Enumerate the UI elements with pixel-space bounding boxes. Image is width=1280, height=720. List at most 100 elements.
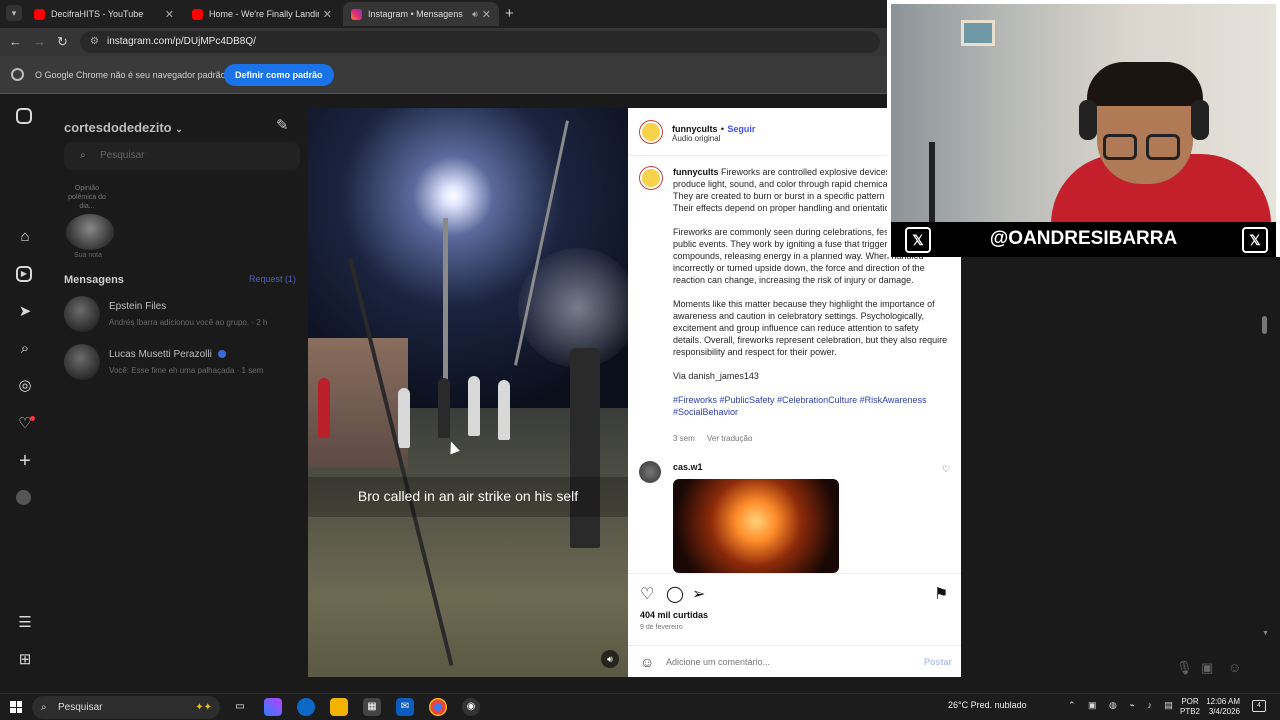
video-person xyxy=(438,378,450,438)
address-bar[interactable]: ⚙︎ instagram.com/p/DUjMPc4DB8Q/ xyxy=(80,31,880,53)
note-avatar[interactable] xyxy=(66,214,114,250)
notification-center-icon[interactable]: 4 xyxy=(1252,700,1266,712)
note-bubble[interactable]: Opinião polêmica do dia... xyxy=(62,184,112,211)
reel-video[interactable]: Bro called in an air strike on his self … xyxy=(308,108,628,677)
set-default-button[interactable]: Definir como padrão xyxy=(224,64,334,86)
search-icon[interactable]: ⌕ xyxy=(16,340,34,358)
author-avatar[interactable] xyxy=(640,121,662,143)
thread-snippet: Você: Esse fime eh uma palhaçada · 1 sem xyxy=(109,366,264,375)
streamer-handle: @OANDRESIBARRA xyxy=(989,228,1178,249)
clock-date: 3/4/2026 xyxy=(1208,707,1240,716)
speaker-icon[interactable]: 🔊︎ xyxy=(472,9,478,20)
instagram-icon xyxy=(351,8,362,20)
like-count[interactable]: 404 mil curtidas xyxy=(640,610,708,620)
webcam-feed xyxy=(891,4,1276,222)
caption-via: Via danish_james143 xyxy=(673,371,759,381)
weather-widget[interactable]: 26°C Pred. nublado xyxy=(948,700,1027,710)
close-icon[interactable]: ✕ xyxy=(165,8,174,21)
threads-icon[interactable]: ⊞ xyxy=(16,651,34,669)
windows-start-icon[interactable] xyxy=(10,701,22,713)
obs-icon[interactable]: ◉ xyxy=(462,698,480,716)
commenter-avatar[interactable] xyxy=(639,461,661,483)
commenter-handle[interactable]: cas.w1 xyxy=(673,462,703,472)
author-avatar[interactable] xyxy=(640,167,662,189)
caption-author[interactable]: funnycults xyxy=(673,167,719,177)
messages-icon[interactable]: ➤ xyxy=(16,303,34,321)
thread-name: Epstein Files xyxy=(109,301,167,312)
close-icon[interactable]: ✕ xyxy=(323,8,332,21)
infobar-message: O Google Chrome não é seu navegador padr… xyxy=(35,70,226,80)
messages-heading: Mensagens xyxy=(64,274,124,286)
scroll-down-icon[interactable]: ▼ xyxy=(1262,630,1269,637)
caption-meta: 3 sem Ver tradução xyxy=(673,434,762,443)
windows-taskbar: ⌕ Pesquisar ✦✦ ▭ ▦ ✉ ◉ 26°C Pred. nublad… xyxy=(0,693,1280,720)
post-actions: ♡ ◯ ➢ ⚑ 404 mil curtidas 9 de fevereiro xyxy=(628,573,961,633)
comment-input[interactable]: Adicione um comentário... xyxy=(666,657,770,667)
reels-icon[interactable]: ▶ xyxy=(16,266,32,282)
scrollbar-thumb[interactable] xyxy=(1262,316,1267,334)
username: cortesdodedezito xyxy=(64,120,172,135)
account-switcher[interactable]: cortesdodedezito ⌄ xyxy=(64,120,183,135)
home-icon[interactable]: ⌂ xyxy=(16,228,34,246)
note-label: Sua nota xyxy=(74,252,103,259)
close-icon[interactable]: ✕ xyxy=(482,8,491,21)
glasses xyxy=(1146,134,1180,160)
audio-label[interactable]: Áudio original xyxy=(672,134,720,143)
tab-instagram[interactable]: Instagram • Mensagens 🔊︎ ✕ xyxy=(343,2,499,26)
forward-icon[interactable]: → xyxy=(33,34,46,49)
search-input[interactable]: ⌕ Pesquisar xyxy=(64,142,300,170)
audio-toggle-icon[interactable]: 🔊︎ xyxy=(601,650,619,668)
search-highlight-icon: ✦✦ xyxy=(195,702,212,713)
author-line: funnycults • Seguir xyxy=(672,121,755,135)
tab-search-icon[interactable]: ▾ xyxy=(6,5,22,21)
translate-link[interactable]: Ver tradução xyxy=(707,434,752,443)
copilot-icon[interactable] xyxy=(264,698,282,716)
emoji-icon[interactable]: ☺ xyxy=(640,654,654,670)
author-handle[interactable]: funnycults xyxy=(672,124,718,134)
thread-item[interactable]: Lucas Musetti Perazolli Você: Esse fime … xyxy=(64,344,300,384)
taskbar-search[interactable]: ⌕ Pesquisar ✦✦ xyxy=(32,696,220,719)
mail-icon[interactable]: ✉ xyxy=(396,698,414,716)
webcam-overlay: 𝕏 @OANDRESIBARRA 𝕏 xyxy=(887,0,1280,257)
like-icon[interactable]: ♡ xyxy=(640,584,654,604)
url-text: instagram.com/p/DUjMPc4DB8Q/ xyxy=(106,36,256,47)
comment-bar: ☺ Adicione um comentário... Postar xyxy=(628,645,961,677)
taskbar-search-label: Pesquisar xyxy=(58,702,103,713)
chrome-icon xyxy=(11,68,24,81)
edge-icon[interactable] xyxy=(297,698,315,716)
comment-icon[interactable]: ◯ xyxy=(666,584,684,604)
caption-hashtags[interactable]: #Fireworks #PublicSafety #CelebrationCul… xyxy=(673,394,948,418)
save-icon[interactable]: ⚑ xyxy=(934,584,948,604)
chrome-taskbar-icon[interactable] xyxy=(429,698,447,716)
menu-icon[interactable]: ☰ xyxy=(16,614,34,632)
compose-icon[interactable]: ✎ xyxy=(276,116,289,134)
file-explorer-icon[interactable] xyxy=(330,698,348,716)
reload-icon[interactable]: ↻ xyxy=(57,34,68,50)
post-comment-button[interactable]: Postar xyxy=(924,657,952,667)
image-icon[interactable]: ▣ xyxy=(1201,660,1213,676)
keyboard-layout: PTB2 xyxy=(1180,707,1201,716)
system-tray-icons[interactable]: ⌃ ▣ ◍ ⌁ ♪ ▤ xyxy=(1068,700,1178,711)
explore-icon[interactable]: ◎ xyxy=(16,377,34,395)
video-person xyxy=(498,380,510,440)
thread-item[interactable]: Epstein Files Andrés Ibarra adicionou vo… xyxy=(64,296,300,336)
language-indicator[interactable]: POR PTB2 xyxy=(1180,697,1200,717)
microphone-icon[interactable]: 🎙︎ xyxy=(1176,660,1193,676)
instagram-logo-icon[interactable] xyxy=(16,108,32,124)
follow-button[interactable]: Seguir xyxy=(727,124,755,134)
comment-like-icon[interactable]: ♡ xyxy=(942,464,950,475)
site-info-icon[interactable]: ⚙︎ xyxy=(90,31,99,53)
profile-avatar[interactable] xyxy=(16,490,31,505)
youtube-icon xyxy=(34,8,45,20)
back-icon[interactable]: ← xyxy=(9,34,22,49)
share-icon[interactable]: ➢ xyxy=(692,584,705,604)
store-icon[interactable]: ▦ xyxy=(363,698,381,716)
requests-link[interactable]: Request (1) xyxy=(249,274,296,284)
new-tab-button[interactable]: + xyxy=(505,5,514,22)
sticker-icon[interactable]: ☺ xyxy=(1228,660,1241,675)
create-icon[interactable]: + xyxy=(16,451,34,471)
tab-home[interactable]: Home - We're Finally Landing ✕ xyxy=(184,2,340,26)
task-view-icon[interactable]: ▭ xyxy=(231,698,249,716)
tab-decifrahits[interactable]: DecifraHITS - YouTube ✕ xyxy=(26,2,182,26)
clock[interactable]: 12:06 AM 3/4/2026 xyxy=(1206,697,1240,717)
